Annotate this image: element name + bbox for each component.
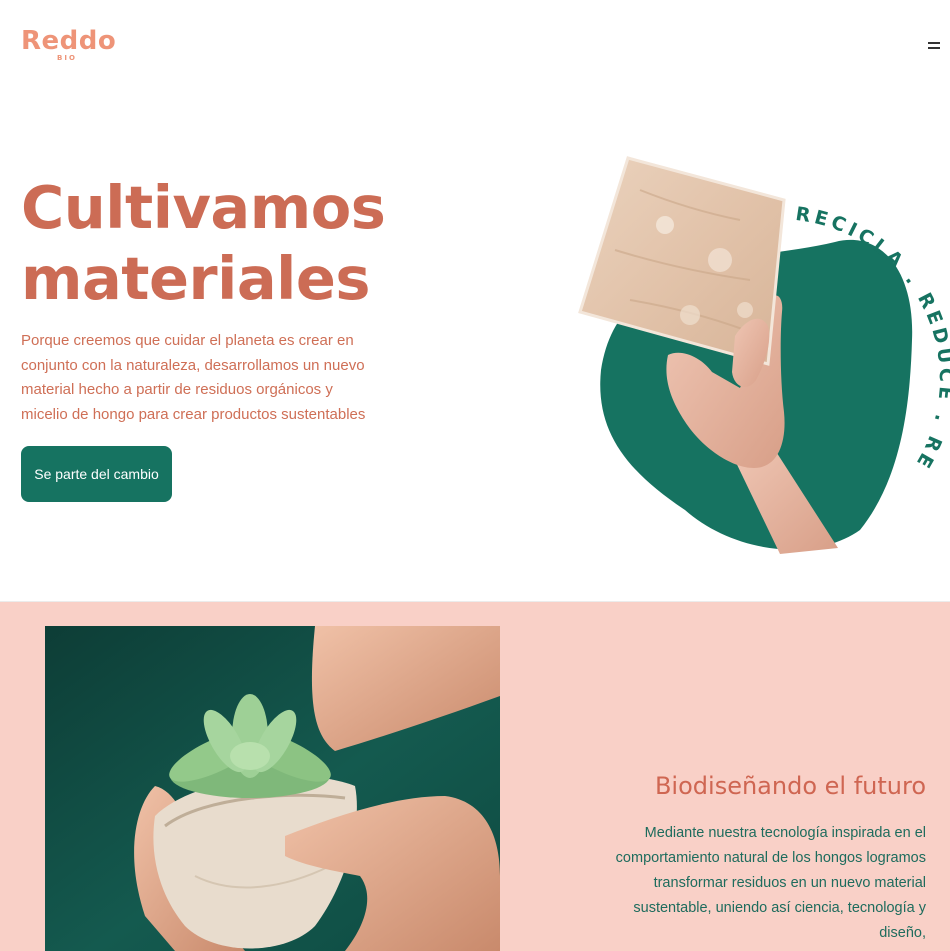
logo-subtitle: BIO [57,54,77,62]
hamburger-menu-button[interactable] [924,36,942,54]
hero-title-line-2: materiales [21,244,371,313]
section-title: Biodiseñando el futuro [654,772,926,800]
hero-description: Porque creemos que cuidar el planeta es … [21,332,366,423]
succulent-photo [45,626,500,951]
hamburger-icon [928,47,940,49]
brand-logo[interactable]: Reddo BIO [21,26,117,66]
logo-wordmark: Reddo [21,26,117,56]
hero-title: Cultivamos materiales [21,172,441,314]
cta-button[interactable]: Se parte del cambio [21,446,172,502]
site-header: Reddo BIO [0,0,950,90]
hero-art-svg: RECICLA . REDUCE . REDDO [560,133,950,554]
section-text: Mediante nuestra tecnología inspirada en… [615,825,926,941]
succulent-photo-svg [45,626,500,951]
biodesign-section: Biodiseñando el futuro Mediante nuestra … [0,601,950,951]
hero-title-line-1: Cultivamos [21,173,386,242]
hamburger-icon [928,42,940,44]
hero-illustration: RECICLA . REDUCE . REDDO [560,133,950,560]
